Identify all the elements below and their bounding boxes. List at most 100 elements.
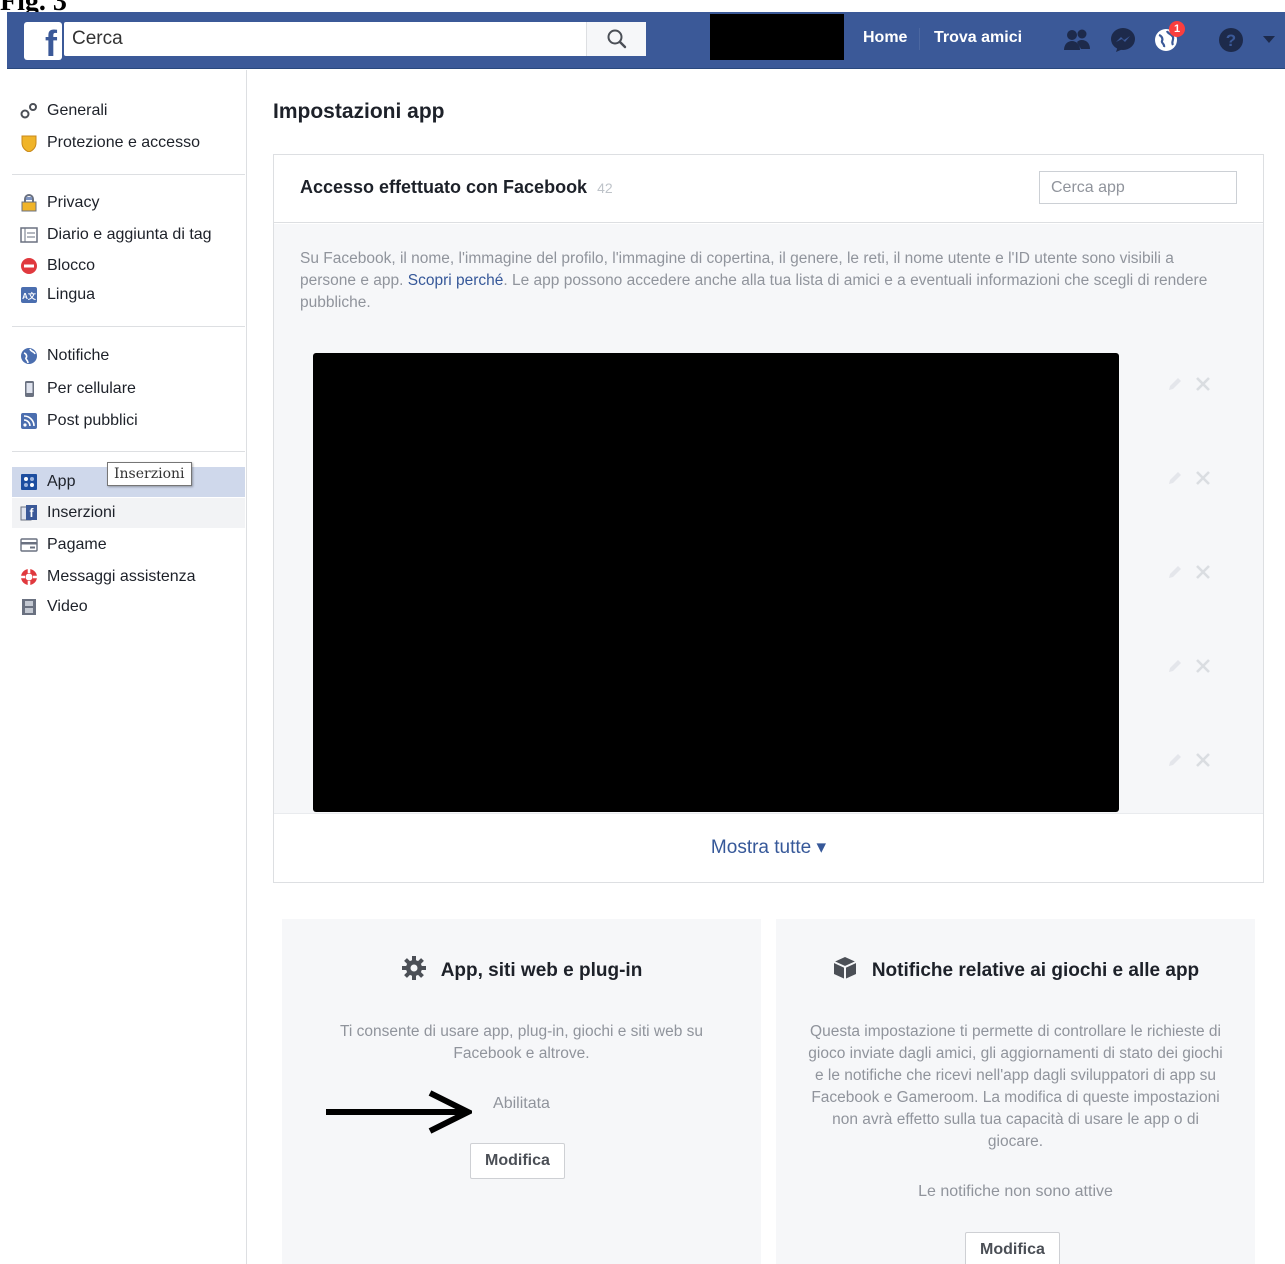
sidebar-divider xyxy=(12,451,245,452)
lifebuoy-icon xyxy=(19,567,39,587)
sidebar-tooltip: Inserzioni xyxy=(107,462,192,486)
sidebar-item-label: Notifiche xyxy=(47,347,110,364)
friend-requests-icon[interactable] xyxy=(1062,25,1092,55)
sidebar-item-label: Protezione e accesso xyxy=(47,134,200,151)
sidebar-item-label: Blocco xyxy=(47,257,96,274)
card-title-text: Notifiche relative ai giochi e alle app xyxy=(871,960,1200,981)
sidebar-item-protezione[interactable]: Protezione e accesso xyxy=(12,128,245,158)
pencil-icon[interactable] xyxy=(1167,470,1183,491)
notifications-globe-icon[interactable]: 1 xyxy=(1151,21,1185,55)
sidebar-item-video[interactable]: Video xyxy=(12,592,245,622)
ads-icon: f xyxy=(19,503,39,523)
card-description: Ti consente di usare app, plug-in, gioch… xyxy=(339,1023,704,1062)
nav-find-friends[interactable]: Trova amici xyxy=(934,29,1022,47)
sidebar-item-label: Inserzioni xyxy=(47,504,116,521)
messenger-icon[interactable] xyxy=(1108,25,1138,55)
timeline-icon xyxy=(19,225,39,245)
sidebar-item-label: Diario e aggiunta di tag xyxy=(47,226,212,243)
sidebar-item-label: App xyxy=(47,473,76,490)
top-bar: f Home Trova amici 1 ? xyxy=(7,12,1285,69)
search-button[interactable] xyxy=(586,22,646,56)
gears-icon xyxy=(19,101,39,121)
block-icon xyxy=(19,256,39,276)
game-notifications-card: Notifiche relative ai giochi e alle app … xyxy=(776,919,1255,1264)
app-row-actions xyxy=(1167,656,1227,680)
app-row-actions xyxy=(1167,750,1227,774)
rss-icon xyxy=(19,411,39,431)
svg-text:A文: A文 xyxy=(22,291,37,301)
sidebar-item-label: Video xyxy=(47,598,88,615)
facebook-logo[interactable]: f xyxy=(24,22,62,62)
search-icon xyxy=(607,29,626,49)
search-box xyxy=(64,22,646,56)
panel-title: Accesso effettuato con Facebook 42 xyxy=(300,177,613,198)
sidebar-item-label: Lingua xyxy=(47,286,96,303)
sidebar-item-lingua[interactable]: A文 Lingua xyxy=(12,280,245,310)
redacted-profile xyxy=(710,14,844,60)
sidebar-item-label: Post pubblici xyxy=(47,412,138,429)
globe-icon xyxy=(19,346,39,366)
sidebar-item-generali[interactable]: Generali xyxy=(12,96,245,126)
close-icon[interactable] xyxy=(1195,470,1211,491)
sidebar-item-notifiche[interactable]: Notifiche xyxy=(12,341,245,371)
pencil-icon[interactable] xyxy=(1167,658,1183,679)
sidebar-item-label: Per cellulare xyxy=(47,380,136,397)
panel-header: Accesso effettuato con Facebook 42 xyxy=(274,155,1263,223)
panel-title-text: Accesso effettuato con Facebook xyxy=(300,177,588,197)
card-title: Notifiche relative ai giochi e alle app xyxy=(776,955,1255,987)
info-text: Su Facebook, il nome, l'immagine del pro… xyxy=(300,248,1230,314)
pencil-icon[interactable] xyxy=(1167,564,1183,585)
film-icon xyxy=(19,597,39,617)
panel-footer: Mostra tutte ▾ xyxy=(274,813,1263,882)
sidebar-item-pagamenti[interactable]: Pagame xyxy=(12,530,245,560)
redacted-app-list xyxy=(313,353,1119,812)
sidebar-divider xyxy=(12,174,245,175)
nav-home[interactable]: Home xyxy=(863,29,907,47)
app-row-actions xyxy=(1167,468,1227,492)
card-description: Questa impostazione ti permette di contr… xyxy=(808,1023,1223,1150)
sidebar-item-label: Privacy xyxy=(47,194,100,211)
apps-icon xyxy=(19,472,39,492)
sidebar-item-diario[interactable]: Diario e aggiunta di tag xyxy=(12,220,245,250)
notification-badge: 1 xyxy=(1169,21,1185,37)
sidebar-divider xyxy=(12,326,245,327)
sidebar-item-inserzioni[interactable]: f Inserzioni xyxy=(12,498,245,528)
caret-down-icon[interactable] xyxy=(1257,25,1281,55)
learn-why-link[interactable]: Scopri perché xyxy=(408,272,504,289)
close-icon[interactable] xyxy=(1195,658,1211,679)
edit-notifications-button[interactable]: Modifica xyxy=(965,1232,1060,1264)
sidebar-item-assistenza[interactable]: Messaggi assistenza xyxy=(12,562,245,592)
card-title-text: App, siti web e plug-in xyxy=(440,960,643,981)
page-title: Impostazioni app xyxy=(273,100,445,123)
shield-icon xyxy=(19,133,39,153)
gear-icon xyxy=(401,955,427,987)
app-row-actions xyxy=(1167,374,1227,398)
close-icon[interactable] xyxy=(1195,564,1211,585)
sidebar-item-cellulare[interactable]: Per cellulare xyxy=(12,374,245,404)
sidebar-item-post-pubblici[interactable]: Post pubblici xyxy=(12,406,245,436)
app-row-actions xyxy=(1167,562,1227,586)
search-input[interactable] xyxy=(72,26,592,52)
sidebar-item-blocco[interactable]: Blocco xyxy=(12,251,245,281)
svg-text:?: ? xyxy=(1226,31,1236,50)
help-icon[interactable]: ? xyxy=(1216,25,1246,55)
close-icon[interactable] xyxy=(1195,752,1211,773)
annotation-arrow-icon xyxy=(326,1090,472,1134)
logged-in-apps-panel: Accesso effettuato con Facebook 42 Su Fac… xyxy=(273,154,1264,883)
pencil-icon[interactable] xyxy=(1167,752,1183,773)
nav-divider xyxy=(919,28,920,50)
sidebar-item-label: Generali xyxy=(47,102,108,119)
card-title: App, siti web e plug-in xyxy=(282,955,761,987)
padlock-icon xyxy=(19,193,39,213)
sidebar-item-label: Messaggi assistenza xyxy=(47,568,196,585)
sidebar-item-privacy[interactable]: Privacy xyxy=(12,188,245,218)
notifications-status: Le notifiche non sono attive xyxy=(918,1183,1113,1200)
payment-card-icon xyxy=(19,535,39,555)
show-all-link[interactable]: Mostra tutte ▾ xyxy=(274,836,1263,859)
app-search-input[interactable] xyxy=(1039,171,1237,204)
sidebar-item-label: Pagame xyxy=(47,536,107,553)
close-icon[interactable] xyxy=(1195,376,1211,397)
edit-platform-button[interactable]: Modifica xyxy=(470,1143,565,1179)
mobile-icon xyxy=(19,379,39,399)
pencil-icon[interactable] xyxy=(1167,376,1183,397)
